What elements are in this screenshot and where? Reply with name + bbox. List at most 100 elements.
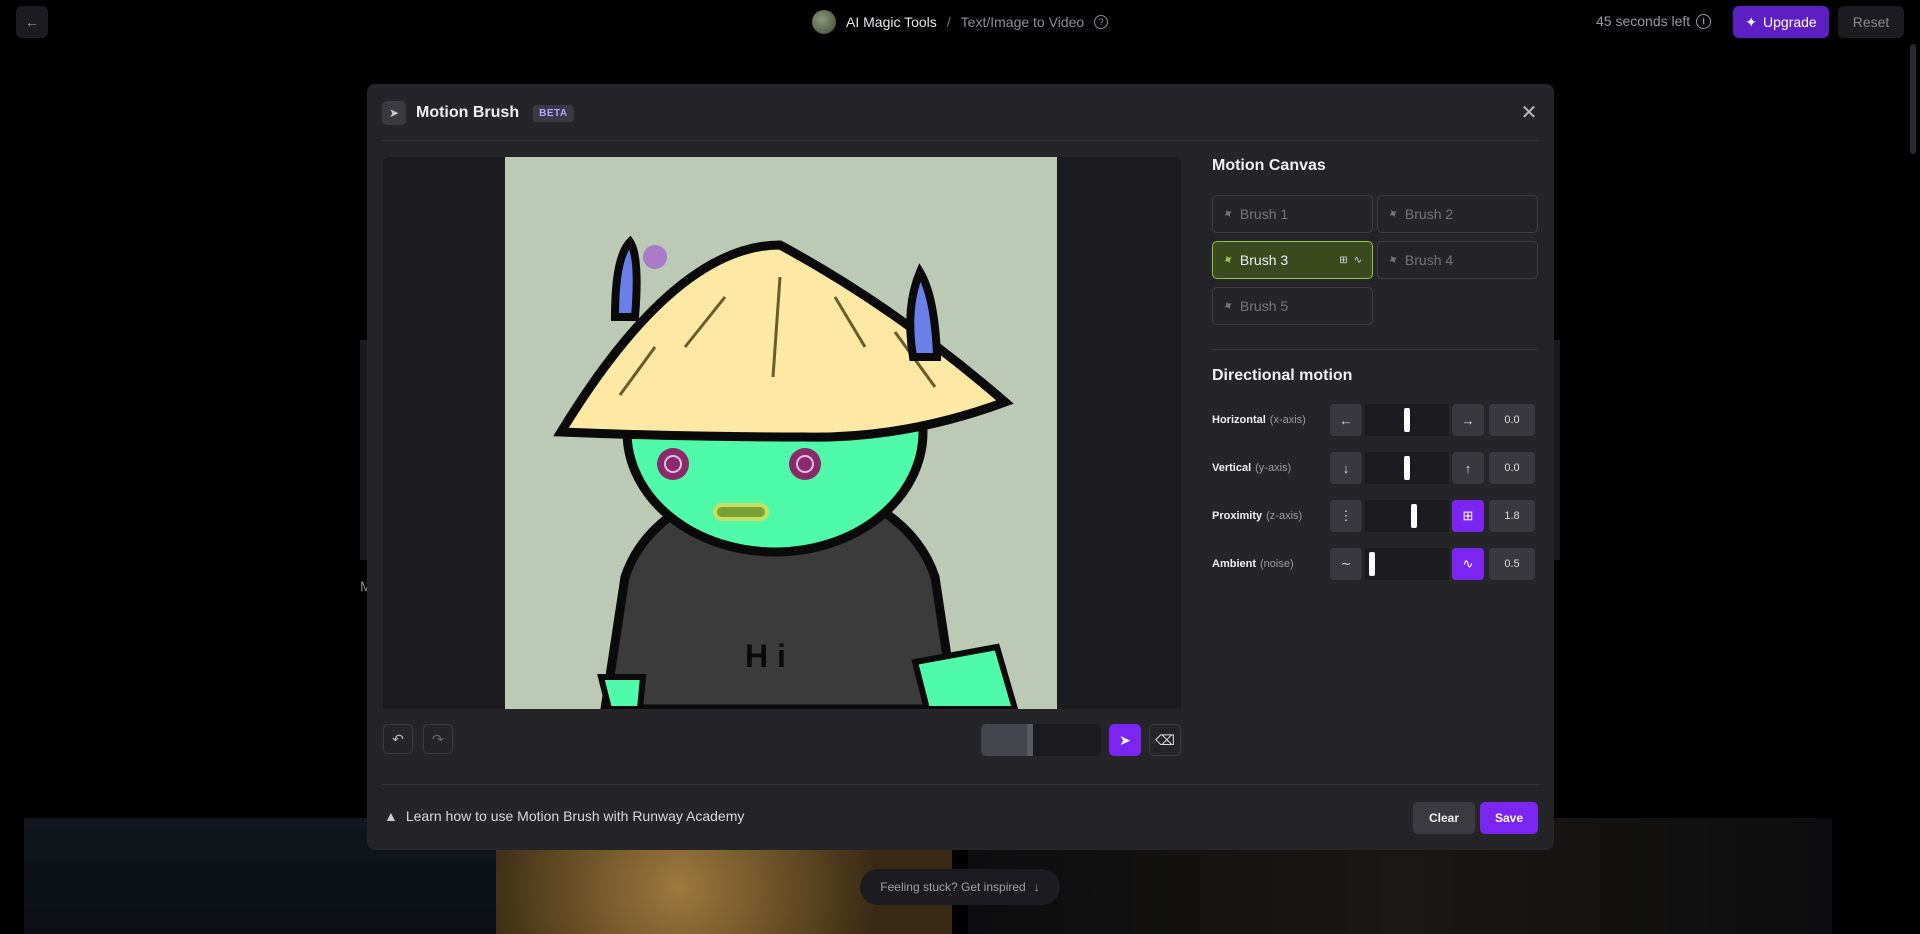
- top-bar: ← AI Magic Tools / Text/Image to Video ?…: [0, 0, 1920, 44]
- wave-high-icon: ∿: [1462, 556, 1474, 571]
- paint-canvas[interactable]: H i: [383, 157, 1181, 709]
- dialog-header: ➤ Motion Brush BETA: [382, 100, 574, 126]
- vertical-value[interactable]: 0.0: [1489, 452, 1535, 484]
- row-label: Vertical (y-axis): [1212, 462, 1292, 474]
- undo-icon: ↶: [392, 730, 404, 747]
- close-button[interactable]: ✕: [1517, 100, 1541, 124]
- clear-button[interactable]: Clear: [1413, 802, 1475, 834]
- brush-size-slider[interactable]: [981, 724, 1101, 756]
- proximity-near-icon: ⊞: [1462, 508, 1474, 523]
- proximity-far-icon: ⋮: [1339, 508, 1353, 523]
- arrow-down-icon: ↓: [1033, 880, 1040, 894]
- graduation-cap-icon: ▲: [384, 808, 398, 824]
- eraser-icon: ⌫: [1155, 731, 1175, 748]
- move-up-button[interactable]: ↑: [1452, 452, 1484, 484]
- ambient-low-button[interactable]: ∼: [1330, 548, 1362, 580]
- dialog-title: Motion Brush: [416, 104, 520, 121]
- redo-button[interactable]: ↷: [423, 724, 453, 754]
- brush-icon: ✦: [1384, 204, 1402, 223]
- brush-label: Brush 1: [1239, 206, 1289, 222]
- source-image[interactable]: H i: [505, 157, 1057, 709]
- academy-link[interactable]: ▲ Learn how to use Motion Brush with Run…: [384, 808, 744, 824]
- vertical-slider[interactable]: [1365, 452, 1449, 484]
- save-button[interactable]: Save: [1480, 802, 1538, 834]
- brush-tool-button[interactable]: ➤: [1109, 724, 1141, 756]
- arrow-up-icon: ↑: [1464, 460, 1472, 476]
- proximity-slider[interactable]: [1365, 500, 1449, 532]
- directional-motion-title: Directional motion: [1212, 367, 1353, 384]
- divider: [1212, 349, 1538, 350]
- brush-icon: ✦: [1219, 204, 1237, 223]
- brush-5-button[interactable]: ✦ Brush 5: [1212, 287, 1373, 325]
- horizontal-slider[interactable]: [1365, 404, 1449, 436]
- row-label: Proximity (z-axis): [1212, 510, 1303, 522]
- brush-label: Brush 2: [1404, 206, 1454, 222]
- help-icon[interactable]: ?: [1094, 15, 1109, 29]
- move-right-button[interactable]: →: [1452, 404, 1484, 436]
- beta-badge: BETA: [533, 104, 574, 122]
- close-icon: ✕: [1520, 101, 1538, 124]
- brush-size-handle[interactable]: [1027, 724, 1033, 756]
- arrow-right-icon: →: [1461, 412, 1475, 428]
- ambient-value[interactable]: 0.5: [1489, 548, 1535, 580]
- page-scrollbar[interactable]: [1910, 44, 1916, 154]
- brush-2-button[interactable]: ✦ Brush 2: [1377, 195, 1538, 233]
- brush-settings-indicators: ⊞ ∿: [1339, 255, 1362, 266]
- time-remaining: 45 seconds left i: [1596, 13, 1712, 29]
- undo-button[interactable]: ↶: [383, 724, 413, 754]
- slider-knob[interactable]: [1404, 456, 1410, 480]
- motion-brush-icon: ➤: [382, 101, 406, 125]
- breadcrumb-page: Text/Image to Video: [960, 14, 1085, 30]
- brush-icon: ✦: [1384, 250, 1402, 269]
- breadcrumb-app[interactable]: AI Magic Tools: [846, 14, 937, 30]
- brush-3-button[interactable]: ✦ Brush 3 ⊞ ∿: [1212, 241, 1373, 279]
- info-icon[interactable]: i: [1696, 13, 1712, 29]
- slider-knob[interactable]: [1411, 504, 1417, 528]
- proximity-near-button[interactable]: ⊞: [1452, 500, 1484, 532]
- ambient-slider[interactable]: [1365, 548, 1449, 580]
- academy-link-text: Learn how to use Motion Brush with Runwa…: [405, 808, 745, 824]
- back-button[interactable]: ←: [16, 6, 48, 38]
- time-left-text: 45 seconds left: [1596, 13, 1691, 29]
- arrow-left-icon: ←: [25, 14, 39, 30]
- wave-low-icon: ∼: [1340, 556, 1352, 571]
- upgrade-button[interactable]: ✦ Upgrade: [1733, 6, 1829, 38]
- breadcrumb-separator: /: [946, 14, 951, 30]
- divider: [382, 784, 1539, 785]
- horizontal-value[interactable]: 0.0: [1489, 404, 1535, 436]
- row-label: Ambient (noise): [1212, 558, 1294, 570]
- reset-button[interactable]: Reset: [1838, 6, 1904, 38]
- sparkle-icon: ✦: [1745, 13, 1758, 30]
- ambient-row: Ambient (noise) ∼ ∿ 0.5: [1212, 548, 1538, 580]
- move-left-button[interactable]: ←: [1330, 404, 1362, 436]
- breadcrumb: AI Magic Tools / Text/Image to Video ?: [812, 10, 1109, 34]
- arrow-down-icon: ↓: [1342, 460, 1350, 476]
- row-label: Horizontal (x-axis): [1212, 414, 1306, 426]
- redo-icon: ↷: [432, 730, 444, 747]
- proximity-value[interactable]: 1.8: [1489, 500, 1535, 532]
- brush-size-fill: [981, 724, 1027, 756]
- proximity-far-button[interactable]: ⋮: [1330, 500, 1362, 532]
- brush-1-button[interactable]: ✦ Brush 1: [1212, 195, 1373, 233]
- wave-high-icon: ∿: [1353, 254, 1362, 266]
- character-illustration: H i: [553, 235, 1019, 709]
- get-inspired-button[interactable]: Feeling stuck? Get inspired ↓: [860, 869, 1060, 905]
- shirt-text: H i: [745, 638, 786, 674]
- brush-icon: ✦: [1219, 296, 1237, 315]
- get-inspired-label: Feeling stuck? Get inspired: [880, 880, 1026, 894]
- motion-brush-dialog: ➤ Motion Brush BETA ✕ H i ↶ ↷ ➤ ⌫ Motion…: [367, 84, 1554, 850]
- slider-knob[interactable]: [1369, 552, 1375, 576]
- ambient-high-button[interactable]: ∿: [1452, 548, 1484, 580]
- brush-icon: ✦: [1219, 250, 1237, 269]
- arrow-left-icon: ←: [1339, 412, 1353, 428]
- motion-canvas-title: Motion Canvas: [1212, 157, 1326, 174]
- move-down-button[interactable]: ↓: [1330, 452, 1362, 484]
- proximity-row: Proximity (z-axis) ⋮ ⊞ 1.8: [1212, 500, 1538, 532]
- divider: [382, 140, 1539, 141]
- brush-icon: ➤: [1119, 731, 1131, 748]
- slider-knob[interactable]: [1404, 408, 1410, 432]
- avatar[interactable]: [812, 10, 836, 34]
- eraser-tool-button[interactable]: ⌫: [1149, 724, 1181, 756]
- brush-4-button[interactable]: ✦ Brush 4: [1377, 241, 1538, 279]
- proximity-near-icon: ⊞: [1339, 254, 1348, 266]
